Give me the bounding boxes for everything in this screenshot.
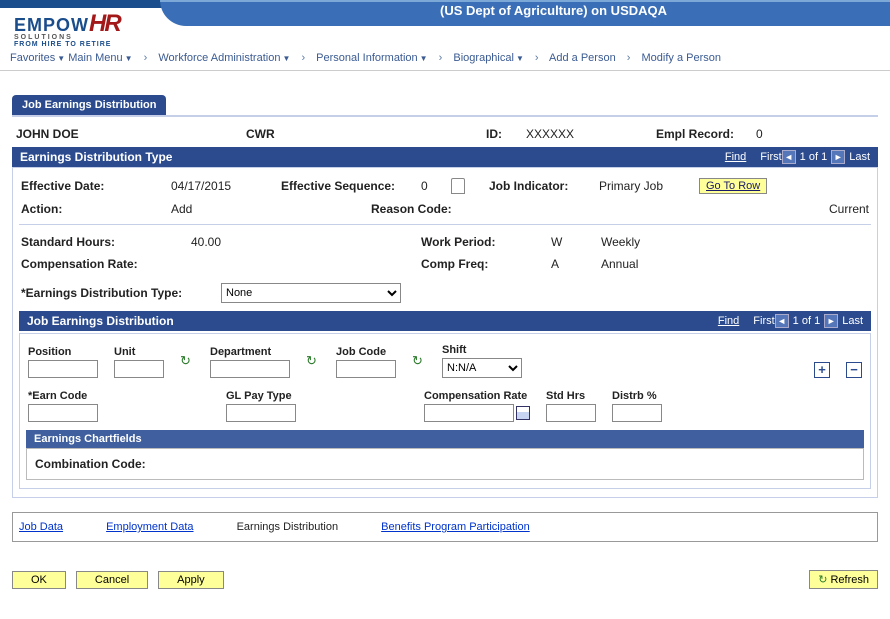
breadcrumb-main-menu[interactable]: Main Menu▼ [68,52,132,64]
ok-button[interactable]: OK [12,571,66,589]
employment-data-link[interactable]: Employment Data [106,521,193,533]
effective-date-label: Effective Date: [21,179,171,193]
std-hrs-label: Std Hrs [546,390,596,402]
gl-pay-type-input[interactable] [226,404,296,422]
add-row-icon[interactable]: + [814,362,830,378]
gl-pay-type-label: GL Pay Type [226,390,296,402]
position-input[interactable] [28,360,98,378]
department-label: Department [210,346,290,358]
breadcrumb-add-person[interactable]: Add a Person [549,52,616,64]
find-link-inner[interactable]: Find [718,315,739,327]
job-code-label: Job Code [336,346,396,358]
person-type: CWR [246,127,486,141]
action-value: Add [171,202,371,216]
earnings-dist-type-label: *Earnings Distribution Type: [21,286,221,300]
job-earnings-dist-title: Job Earnings Distribution [27,314,718,328]
empl-record-value: 0 [756,127,763,141]
logo: EMPOWHR SOLUTIONS FROM HIRE TO RETIRE [14,10,120,48]
person-name: JOHN DOE [16,127,246,141]
earnings-dist-type-bar: Earnings Distribution Type Find First ◄ … [12,147,878,167]
job-earnings-dist-bar: Job Earnings Distribution Find First ◄ 1… [19,311,871,331]
job-indicator-value: Primary Job [599,179,699,193]
action-label: Action: [21,202,171,216]
system-title: (US Dept of Agriculture) on USDAQA [160,0,890,26]
next-row-icon[interactable]: ► [831,150,845,164]
earnings-chartfields-body: Combination Code: [26,448,864,480]
breadcrumb-modify-person[interactable]: Modify a Person [642,52,721,64]
page-links-bar: Job Data Employment Data Earnings Distri… [12,512,878,542]
standard-hours-value: 40.00 [191,235,421,249]
job-data-link[interactable]: Job Data [19,521,63,533]
id-value: XXXXXX [526,127,656,141]
apply-button[interactable]: Apply [158,571,224,589]
tab-strip: Job Earnings Distribution [12,95,878,115]
department-input[interactable] [210,360,290,378]
refresh-icon: ↻ [818,574,827,586]
calendar-icon[interactable] [516,406,530,420]
breadcrumb-workforce-admin[interactable]: Workforce Administration▼ [158,52,290,64]
job-code-input[interactable] [336,360,396,378]
effective-sequence-label: Effective Sequence: [281,179,421,193]
compensation-rate-row-label: Compensation Rate [424,390,530,402]
cancel-button[interactable]: Cancel [76,571,148,589]
unit-label: Unit [114,346,164,358]
comp-freq-label: Comp Freq: [421,257,551,271]
combination-code-label: Combination Code: [35,457,146,471]
prev-row-inner-icon[interactable]: ◄ [775,314,789,328]
job-indicator-label: Job Indicator: [489,179,599,193]
effective-date-value: 04/17/2015 [171,179,281,193]
empl-record-label: Empl Record: [656,127,756,141]
shift-label: Shift [442,344,522,356]
refresh-button[interactable]: ↻ Refresh [809,570,878,589]
work-period-text: Weekly [601,235,640,249]
breadcrumb: Favorites▼ Main Menu▼ › Workforce Admini… [0,48,890,71]
breadcrumb-personal-info[interactable]: Personal Information▼ [316,52,427,64]
earnings-distribution-current: Earnings Distribution [237,521,339,533]
earn-code-input[interactable] [28,404,98,422]
next-row-inner-icon[interactable]: ► [824,314,838,328]
breadcrumb-biographical[interactable]: Biographical▼ [453,52,523,64]
distrb-pct-input[interactable] [612,404,662,422]
earnings-dist-type-select[interactable]: None [221,283,401,303]
go-to-row-button[interactable]: Go To Row [699,178,767,194]
department-lookup-icon[interactable]: ↻ [306,353,320,367]
notepad-icon[interactable] [451,178,465,194]
shift-select[interactable]: N:N/A [442,358,522,378]
unit-input[interactable] [114,360,164,378]
reason-code-label: Reason Code: [371,202,471,216]
benefits-link[interactable]: Benefits Program Participation [381,521,530,533]
comp-freq-text: Annual [601,257,638,271]
app-header: (US Dept of Agriculture) on USDAQA EMPOW… [0,0,890,48]
earnings-chartfields-bar: Earnings Chartfields [26,430,864,448]
comp-freq-code: A [551,257,601,271]
position-label: Position [28,346,98,358]
distrb-pct-label: Distrb % [612,390,662,402]
delete-row-icon[interactable]: − [846,362,862,378]
standard-hours-label: Standard Hours: [21,235,191,249]
current-indicator: Current [829,202,869,216]
std-hrs-input[interactable] [546,404,596,422]
work-period-label: Work Period: [421,235,551,249]
compensation-rate-input[interactable] [424,404,514,422]
work-period-code: W [551,235,601,249]
tab-job-earnings-distribution[interactable]: Job Earnings Distribution [12,95,166,115]
action-button-row: OK Cancel Apply ↻ Refresh [12,570,878,589]
effective-sequence-value: 0 [421,179,451,193]
job-earnings-dist-panel: Position Unit ↻ Department ↻ Job Code ↻ [19,333,871,489]
unit-lookup-icon[interactable]: ↻ [180,353,194,367]
job-code-lookup-icon[interactable]: ↻ [412,353,426,367]
prev-row-icon[interactable]: ◄ [782,150,796,164]
find-link[interactable]: Find [725,151,746,163]
id-label: ID: [486,127,526,141]
compensation-rate-label: Compensation Rate: [21,257,191,271]
earnings-dist-type-panel: Effective Date: 04/17/2015 Effective Seq… [12,167,878,498]
breadcrumb-favorites[interactable]: Favorites▼ [10,52,65,64]
earn-code-label: *Earn Code [28,390,98,402]
person-info-row: JOHN DOE CWR ID: XXXXXX Empl Record: 0 [12,117,878,147]
earnings-dist-type-title: Earnings Distribution Type [20,150,725,164]
